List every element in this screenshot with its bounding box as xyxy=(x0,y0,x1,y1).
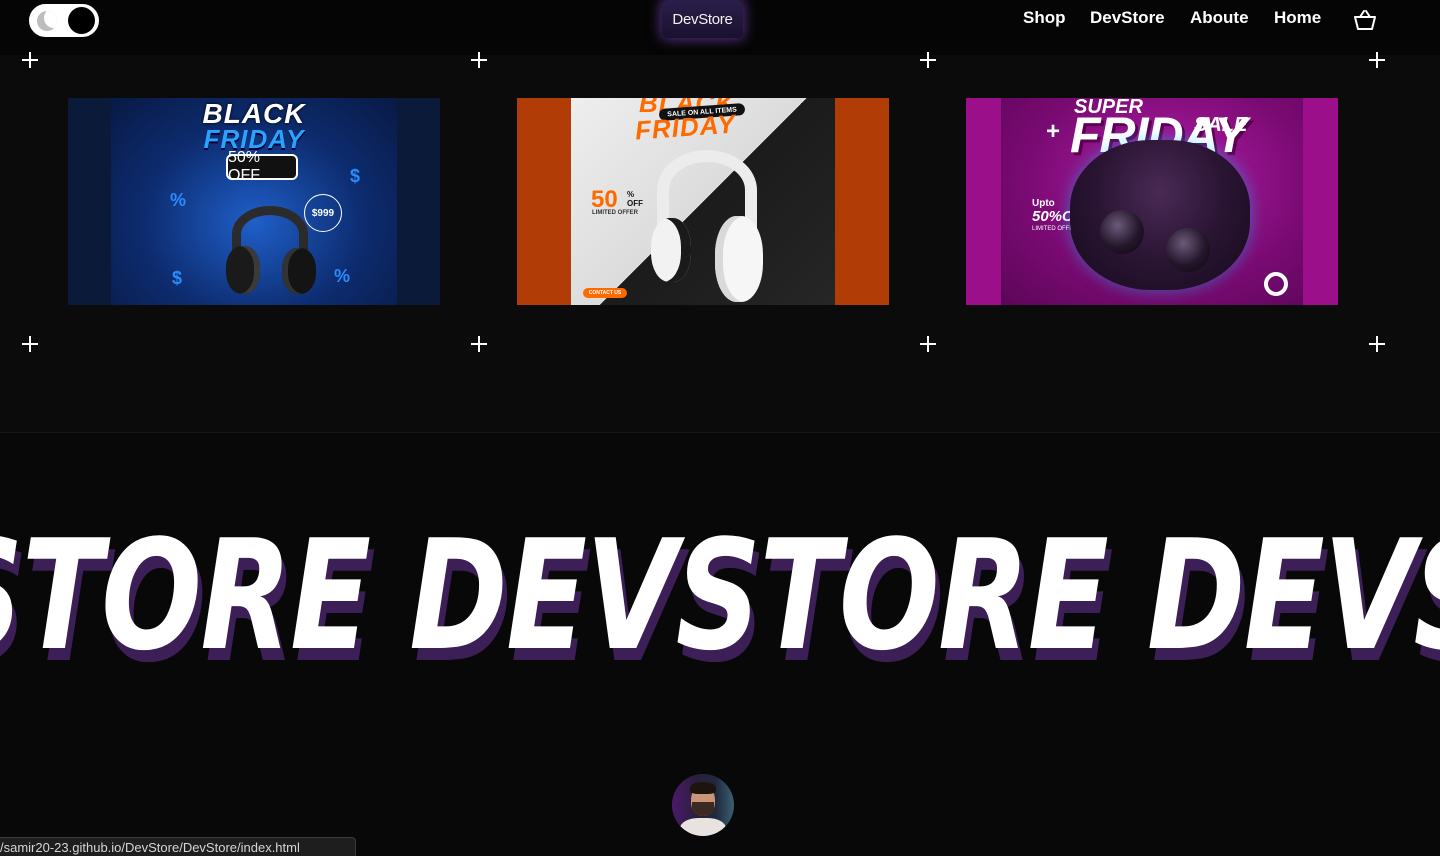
contact-button: CONTACT US xyxy=(583,288,627,298)
basket-icon[interactable] xyxy=(1353,9,1377,31)
page: DevStore Shop DevStore Aboute Home BLACK… xyxy=(0,0,1440,856)
grid-plus-icon xyxy=(1369,336,1385,352)
discount-off-label: OFF xyxy=(627,199,643,208)
logo-text: DevStore xyxy=(672,10,733,28)
ring-icon xyxy=(1264,272,1288,296)
moon-icon xyxy=(37,11,57,31)
price-badge: $999 xyxy=(304,194,342,232)
sale-tag: SALE xyxy=(1194,114,1248,136)
nav-shop[interactable]: Shop xyxy=(1023,8,1066,28)
header: DevStore Shop DevStore Aboute Home xyxy=(0,0,1440,55)
nav-aboute[interactable]: Aboute xyxy=(1190,8,1249,28)
dollar-icon: $ xyxy=(172,268,183,288)
earbuds-case-image xyxy=(1070,140,1250,290)
discount-badge: 50% OFF xyxy=(226,149,298,184)
grid-plus-icon xyxy=(920,52,936,68)
grid-plus-icon xyxy=(471,52,487,68)
limited-offer: LIMITED OFFER xyxy=(592,210,638,216)
grid-plus-icon xyxy=(1369,52,1385,68)
discount-off: % OFF xyxy=(627,190,643,208)
percent-icon: % xyxy=(334,266,351,286)
nav-home[interactable]: Home xyxy=(1274,8,1321,28)
theme-toggle[interactable] xyxy=(29,4,99,37)
grid-plus-icon xyxy=(471,336,487,352)
nav-devstore[interactable]: DevStore xyxy=(1090,8,1165,28)
plus-icon: + xyxy=(1046,118,1061,145)
toggle-knob xyxy=(68,7,95,34)
percent-icon: % xyxy=(170,190,187,210)
product-card-2[interactable]: BLACK SALE ON ALL ITEMS FRIDAY 50 % OFF … xyxy=(517,98,889,305)
grid-plus-icon xyxy=(920,336,936,352)
status-url: /samir20-23.github.io/DevStore/DevStore/… xyxy=(0,837,356,856)
avatar[interactable] xyxy=(672,774,734,836)
logo[interactable]: DevStore xyxy=(662,0,743,38)
product-card-3[interactable]: SUPER FRIDAY SALE + Upto 50%OFF LIMITED … xyxy=(966,98,1338,305)
product-card-1[interactable]: BLACK FRIDAY 50% OFF $999 % $ $ % xyxy=(68,98,440,305)
discount-unit: % xyxy=(627,190,635,199)
grid-plus-icon xyxy=(22,52,38,68)
grid-plus-icon xyxy=(22,336,38,352)
marquee-text: STORE DEVSTORE DEVSTORE D xyxy=(0,507,1440,684)
section-divider xyxy=(0,432,1440,433)
dollar-icon: $ xyxy=(350,166,361,186)
